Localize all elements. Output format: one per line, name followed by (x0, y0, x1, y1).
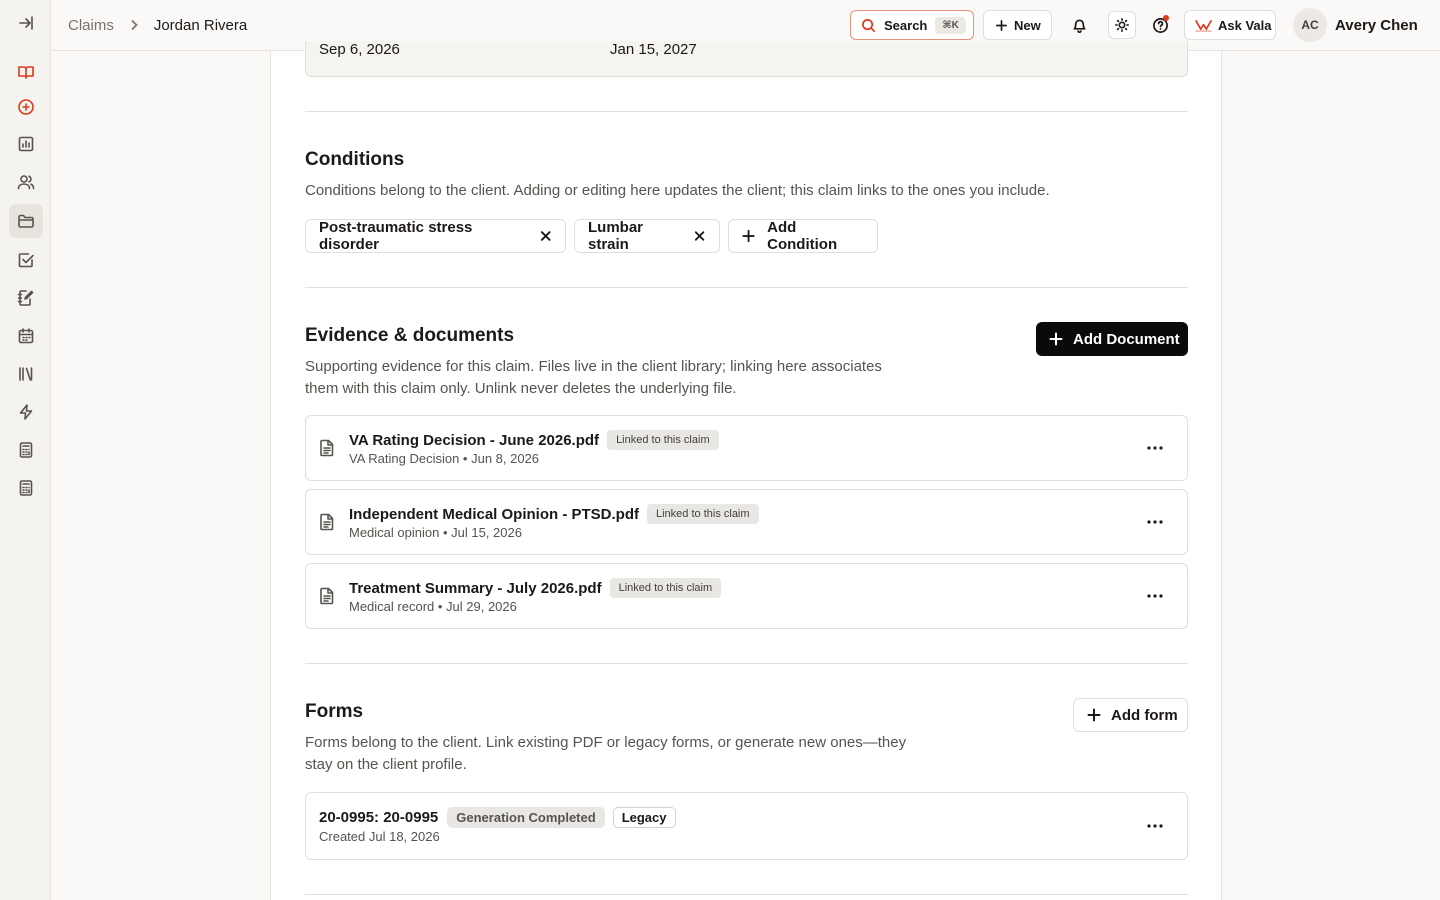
add-document-button[interactable]: Add Document (1036, 322, 1188, 356)
add-form-label: Add form (1111, 706, 1178, 724)
file-text-icon (319, 439, 335, 457)
form-row[interactable]: 20-0995: 20-0995 Generation Completed Le… (305, 792, 1188, 860)
forms-description-line: stay on the client profile. (305, 755, 467, 773)
sun-icon (1114, 17, 1130, 33)
section-divider (305, 894, 1188, 895)
theme-toggle-button[interactable] (1108, 11, 1136, 39)
legacy-badge: Legacy (612, 807, 676, 828)
document-row[interactable]: VA Rating Decision - June 2026.pdf Linke… (305, 415, 1188, 481)
search-label: Search (884, 17, 928, 33)
breadcrumb-current: Jordan Rivera (153, 16, 248, 34)
help-button[interactable] (1146, 11, 1174, 39)
condition-label: Lumbar strain (588, 219, 644, 253)
add-condition-button[interactable]: Add Condition (728, 219, 878, 253)
file-text-icon (319, 513, 335, 531)
user-name: Avery Chen (1335, 16, 1418, 34)
document-row[interactable]: Independent Medical Opinion - PTSD.pdf L… (305, 489, 1188, 555)
plus-circle-icon[interactable] (9, 90, 43, 124)
evidence-description-line: Supporting evidence for this claim. File… (305, 358, 882, 375)
add-form-button[interactable]: Add form (1073, 698, 1188, 732)
users-icon[interactable] (9, 165, 43, 199)
document-name[interactable]: VA Rating Decision - June 2026.pdf (349, 432, 599, 449)
ask-vala-label: Ask Vala (1218, 17, 1272, 33)
vala-logo-icon (1195, 19, 1212, 32)
condition-chip: Lumbar strain (574, 219, 720, 253)
chevron-right-icon (127, 18, 141, 32)
document-name[interactable]: Treatment Summary - July 2026.pdf (349, 580, 602, 597)
new-button[interactable]: New (983, 10, 1052, 40)
notifications-button[interactable] (1065, 11, 1093, 39)
section-divider (305, 663, 1188, 664)
form-title: 20-0995: 20-0995 Generation Completed Le… (319, 807, 676, 828)
bell-icon (1072, 18, 1086, 33)
plus-icon (996, 19, 1007, 31)
avatar: AC (1293, 8, 1327, 42)
ask-vala-button[interactable]: Ask Vala (1184, 10, 1276, 40)
end-date: Jan 15, 2027 (610, 41, 697, 58)
document-row[interactable]: Treatment Summary - July 2026.pdf Linked… (305, 563, 1188, 629)
plus-icon (742, 229, 755, 243)
evidence-title: Evidence & documents (305, 325, 515, 346)
document-meta: VA Rating Decision • Jun 8, 2026 (349, 451, 540, 466)
document-title: VA Rating Decision - June 2026.pdf Linke… (349, 430, 719, 450)
notebook-edit-icon[interactable] (9, 281, 43, 315)
book-icon[interactable] (9, 55, 43, 89)
more-options-icon[interactable] (1145, 816, 1165, 836)
evidence-description-line: them with this claim only. Unlink never … (305, 379, 737, 397)
start-date: Sep 6, 2026 (319, 41, 400, 58)
notification-dot (1163, 15, 1169, 21)
sidebar (0, 0, 51, 900)
forms-description-line: Forms belong to the client. Link existin… (305, 734, 907, 751)
condition-chip: Post-traumatic stress disorder (305, 219, 566, 253)
collapse-sidebar-icon[interactable] (9, 6, 43, 40)
breadcrumb: Claims Jordan Rivera (68, 0, 247, 50)
date-range-box: Sep 6, 2026 Jan 15, 2027 (305, 41, 1188, 77)
plus-icon (1087, 708, 1101, 722)
document-meta: Medical opinion • Jul 15, 2026 (349, 525, 522, 540)
conditions-title: Conditions (305, 149, 405, 170)
form-meta: Created Jul 18, 2026 (319, 829, 440, 844)
calculator-icon[interactable] (9, 433, 43, 467)
lightning-icon[interactable] (9, 395, 43, 429)
more-options-icon[interactable] (1145, 586, 1165, 606)
plus-icon (1049, 332, 1063, 346)
breadcrumb-claims-link[interactable]: Claims (68, 17, 114, 34)
remove-condition-icon[interactable] (539, 229, 552, 243)
document-name[interactable]: Independent Medical Opinion - PTSD.pdf (349, 506, 639, 523)
remove-condition-icon[interactable] (693, 229, 706, 243)
file-text-icon (319, 587, 335, 605)
forms-title: Forms (305, 701, 364, 722)
conditions-description: Conditions belong to the client. Adding … (305, 182, 1050, 199)
linked-badge: Linked to this claim (607, 430, 719, 450)
user-menu[interactable]: AC Avery Chen (1293, 8, 1418, 42)
evidence-description: Supporting evidence for this claim. File… (305, 356, 882, 399)
new-label: New (1014, 17, 1041, 33)
document-meta: Medical record • Jul 29, 2026 (349, 599, 517, 614)
more-options-icon[interactable] (1145, 512, 1165, 532)
bar-chart-icon[interactable] (9, 127, 43, 161)
calendar-icon[interactable] (9, 319, 43, 353)
condition-label: Post-traumatic stress disorder (319, 219, 473, 253)
add-document-label: Add Document (1073, 330, 1180, 348)
status-badge: Generation Completed (447, 807, 605, 828)
forms-description: Forms belong to the client. Link existin… (305, 732, 906, 775)
checkbox-icon[interactable] (9, 243, 43, 277)
search-button[interactable]: Search ⌘K (850, 10, 974, 40)
linked-badge: Linked to this claim (609, 578, 722, 598)
document-title: Independent Medical Opinion - PTSD.pdf L… (349, 504, 759, 524)
more-options-icon[interactable] (1145, 438, 1165, 458)
folder-icon[interactable] (9, 204, 43, 238)
add-condition-label: Add Condition (767, 219, 838, 253)
library-icon[interactable] (9, 357, 43, 391)
form-name[interactable]: 20-0995: 20-0995 (319, 809, 438, 826)
calculator-alt-icon[interactable] (9, 471, 43, 505)
section-divider (305, 287, 1188, 288)
document-title: Treatment Summary - July 2026.pdf Linked… (349, 578, 722, 598)
claim-detail-card: Sep 6, 2026 Jan 15, 2027 Conditions Cond… (270, 41, 1222, 900)
search-shortcut: ⌘K (935, 16, 966, 34)
search-icon (862, 18, 875, 32)
section-divider (305, 111, 1188, 112)
linked-badge: Linked to this claim (647, 504, 759, 524)
